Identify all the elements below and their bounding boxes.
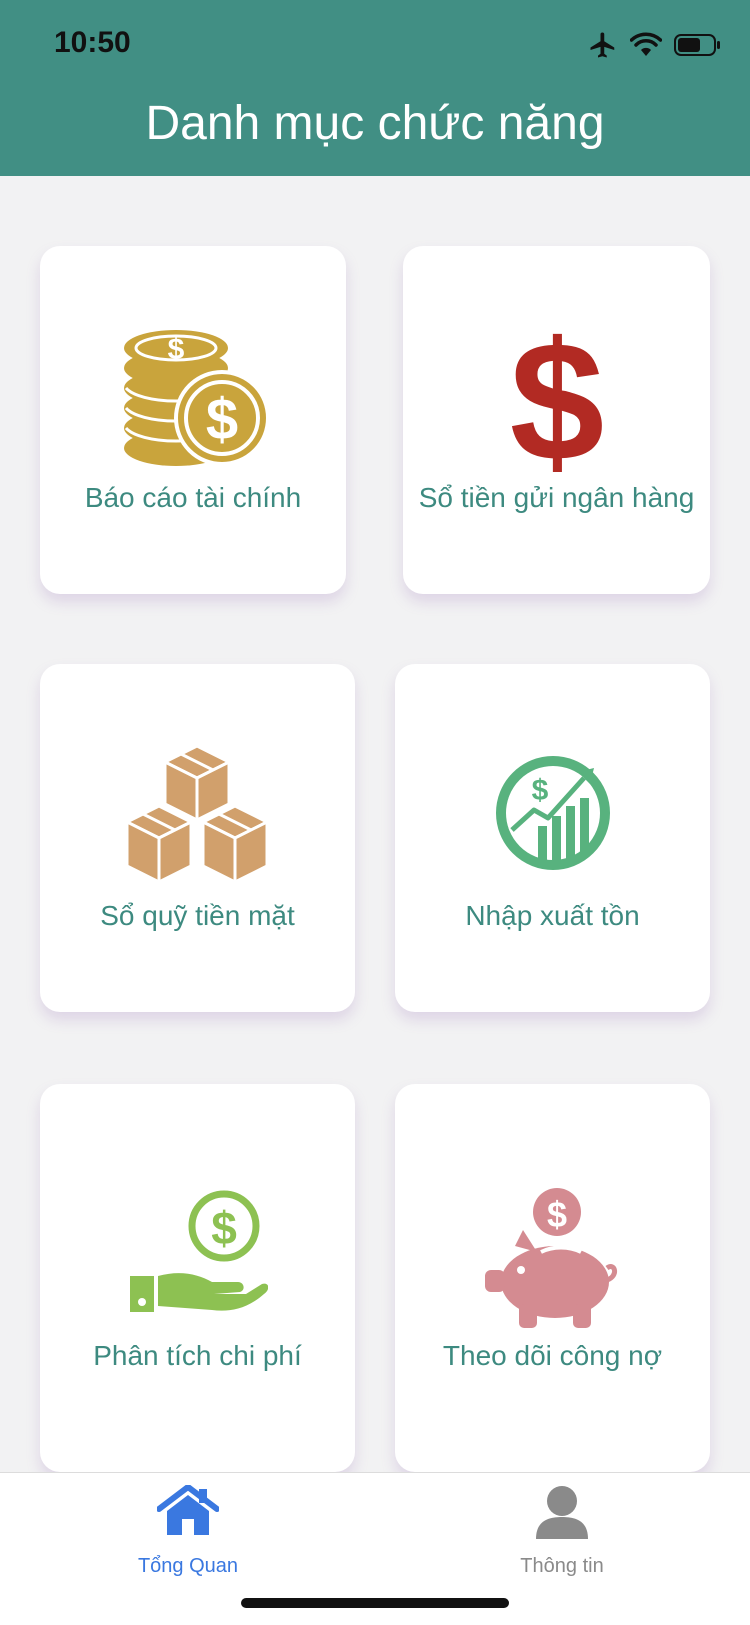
card-label: Sổ quỹ tiền mặt — [100, 900, 295, 931]
status-time: 10:50 — [54, 26, 131, 59]
piggy-bank-icon: $ — [484, 1188, 617, 1328]
svg-text:$: $ — [206, 387, 238, 452]
card-label: Sổ tiền gửi ngân hàng — [418, 482, 695, 513]
wifi-icon — [630, 32, 662, 56]
tab-overview[interactable]: Tổng Quan — [78, 1473, 298, 1583]
svg-text:$: $ — [168, 333, 185, 366]
status-icons — [588, 28, 722, 62]
svg-text:$: $ — [546, 1194, 566, 1235]
coins-icon: $ $ — [124, 330, 268, 466]
svg-text:$: $ — [531, 774, 548, 807]
user-icon — [536, 1486, 588, 1539]
tab-label: Tổng Quan — [137, 1555, 239, 1577]
card-cash-fund-book[interactable]: Sổ quỹ tiền mặt — [40, 664, 355, 1012]
tab-label: Thông tin — [520, 1555, 604, 1577]
page-title: Danh mục chức năng — [145, 97, 605, 150]
airplane-icon — [590, 32, 615, 58]
card-inventory[interactable]: $ Nhập xuất tồn — [395, 664, 710, 1012]
card-financial-report[interactable]: $ $ Báo cáo tài chính — [40, 246, 346, 594]
svg-text:$: $ — [509, 322, 604, 472]
app-header: 10:50 Danh mục chức năng — [0, 0, 750, 176]
card-label: Nhập xuất tồn — [465, 900, 640, 931]
boxes-icon — [125, 744, 268, 884]
card-label: Theo dõi công nợ — [442, 1340, 663, 1371]
tab-info[interactable]: Thông tin — [452, 1473, 672, 1583]
dollar-sign-icon: $ — [509, 322, 604, 472]
hand-coin-icon: $ — [129, 1190, 268, 1312]
home-icon — [157, 1485, 219, 1535]
battery-icon — [674, 34, 720, 56]
svg-text:$: $ — [211, 1202, 237, 1254]
card-cost-analysis[interactable]: $ Phân tích chi phí — [40, 1084, 355, 1472]
home-indicator — [241, 1598, 509, 1608]
growth-chart-icon: $ — [495, 756, 610, 870]
card-label: Phân tích chi phí — [93, 1340, 302, 1371]
card-label: Báo cáo tài chính — [84, 482, 302, 513]
card-debt-tracking[interactable]: $ Theo dõi công nợ — [395, 1084, 710, 1472]
card-bank-deposit-book[interactable]: $ Sổ tiền gửi ngân hàng — [403, 246, 710, 594]
